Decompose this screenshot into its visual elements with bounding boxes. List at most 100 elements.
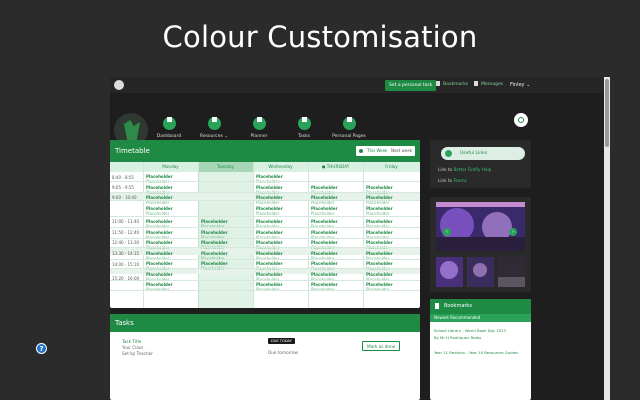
lesson-cell[interactable]: PlaceholderPlaceholder	[311, 185, 338, 195]
grid-line	[110, 259, 420, 260]
bookmarks-subheader: Newest Recommended	[430, 314, 531, 322]
image-top-light	[436, 202, 525, 207]
grid-line	[110, 247, 420, 248]
useful-link-2[interactable]: Link to Teams	[438, 178, 467, 184]
lesson-cell[interactable]: PlaceholderPlaceholder	[256, 261, 283, 271]
next-week-button[interactable]: Next week	[388, 146, 416, 156]
resources-icon	[207, 117, 221, 130]
task-due-text: Due tomorrow	[268, 350, 298, 355]
this-week-button[interactable]: This Week	[356, 146, 391, 156]
user-menu[interactable]: Finley ⌄	[510, 81, 530, 89]
carousel-thumb-2[interactable]	[467, 257, 494, 287]
grid-line	[308, 162, 309, 308]
lesson-cell[interactable]: PlaceholderPlaceholder	[256, 185, 283, 195]
lesson-subtitle: Placeholder	[366, 200, 390, 205]
tasks-icon	[297, 117, 311, 130]
bookmark-icon	[436, 81, 440, 86]
bookmark-item[interactable]: Year 11 Revision - Year 10 Resources Gui…	[434, 350, 518, 355]
tasks-header: Tasks	[110, 314, 420, 332]
lesson-cell[interactable]: PlaceholderPlaceholder	[366, 240, 393, 250]
bookmark-item[interactable]: School Library - World Book Day 2023	[434, 328, 506, 333]
nav-resources[interactable]: Resources ⌄	[194, 113, 234, 139]
mark-as-done-button[interactable]: Mark as done	[362, 341, 401, 351]
day-thursday: ● THURSDAY	[321, 164, 350, 169]
crest-icon	[124, 120, 140, 140]
timetable-card: Timetable This Week Next week Monday Tue…	[110, 140, 420, 308]
chevron-down-icon: ⌄	[526, 82, 531, 88]
nav-personal-pages[interactable]: Personal Pages	[329, 113, 369, 139]
messages-link[interactable]: Messages	[474, 81, 503, 89]
grid-line	[110, 238, 420, 239]
bookmarks-card: Bookmarks Newest Recommended School Libr…	[430, 299, 531, 400]
lesson-subtitle: Placeholder	[256, 200, 280, 205]
bookmarks-link[interactable]: Bookmarks	[436, 81, 468, 89]
lesson-cell[interactable]: PlaceholderPlaceholder	[201, 261, 228, 271]
scrollbar-thumb[interactable]	[605, 79, 609, 147]
lesson-cell[interactable]: PlaceholderPlaceholder	[311, 261, 338, 271]
grid-line	[110, 181, 420, 182]
top-bar: Set a personal task Bookmarks Messages F…	[110, 77, 610, 93]
day-friday: Friday	[385, 164, 398, 169]
lesson-subtitle: Placeholder	[146, 200, 170, 205]
grid-line	[363, 162, 364, 308]
task-set-by: Set by Teacher	[122, 351, 153, 356]
chevron-down-icon: ⌄	[224, 134, 229, 139]
time-slot-label: 11:00 - 11:40	[112, 219, 140, 224]
lesson-cell[interactable]: PlaceholderPlaceholder	[256, 206, 283, 216]
nav-planner[interactable]: Planner	[239, 113, 279, 139]
time-slot-label: 12:40 - 13:30	[112, 240, 140, 245]
carousel-next-icon[interactable]: ›	[509, 228, 517, 236]
carousel-thumb-1[interactable]	[436, 257, 463, 287]
page-scrollbar[interactable]	[604, 77, 610, 400]
lesson-cell[interactable]: PlaceholderPlaceholder	[366, 261, 393, 271]
search-icon[interactable]	[514, 113, 528, 127]
set-personal-task-button[interactable]: Set a personal task	[385, 80, 437, 91]
grid-line	[110, 280, 420, 281]
grid-line	[110, 268, 420, 269]
timetable-header: Timetable This Week Next week	[110, 140, 420, 162]
time-slot-label: 14:00 - 15:10	[112, 262, 140, 267]
time-slot-label: 9:05 - 9:55	[112, 185, 134, 190]
lesson-cell[interactable]: PlaceholderPlaceholder	[146, 206, 173, 216]
lesson-cell[interactable]: PlaceholderPlaceholder	[366, 206, 393, 216]
carousel-main-image[interactable]	[436, 202, 525, 251]
useful-link-1[interactable]: Link to Better Firefly Help	[438, 167, 491, 173]
lesson-cell[interactable]: PlaceholderPlaceholder	[311, 240, 338, 250]
time-slot-label: 8:40 - 8:55	[112, 175, 134, 180]
grid-line	[110, 200, 420, 201]
lesson-cell[interactable]: PlaceholderPlaceholder	[256, 174, 283, 184]
due-today-badge: DUE TODAY	[268, 338, 295, 344]
carousel-prev-icon[interactable]: ‹	[443, 228, 451, 236]
nav-tasks[interactable]: Tasks	[284, 113, 324, 139]
lesson-cell[interactable]: PlaceholderPlaceholder	[201, 240, 228, 250]
grid-line	[253, 162, 254, 308]
lesson-cell[interactable]: PlaceholderPlaceholder	[146, 174, 173, 184]
lesson-cell[interactable]: PlaceholderPlaceholder	[146, 240, 173, 250]
page-headline: Colour Customisation	[162, 20, 478, 54]
thumb-floor	[498, 277, 525, 287]
lesson-cell[interactable]: PlaceholderPlaceholder	[256, 240, 283, 250]
dashboard-icon	[162, 117, 176, 130]
day-tuesday: Tuesday	[198, 162, 253, 172]
lesson-cell[interactable]: PlaceholderPlaceholder	[311, 206, 338, 216]
lesson-cell[interactable]: PlaceholderPlaceholder	[146, 185, 173, 195]
grid-line	[110, 227, 420, 228]
day-monday: Monday	[162, 164, 179, 169]
app-window: Set a personal task Bookmarks Messages F…	[110, 77, 610, 400]
firefly-logo-icon[interactable]	[114, 80, 124, 90]
time-slot-label: 11:50 - 12:40	[112, 230, 140, 235]
lesson-cell[interactable]: PlaceholderPlaceholder	[366, 185, 393, 195]
time-slot-label: 13:30 - 14:15	[112, 251, 140, 256]
personal-pages-icon	[342, 117, 356, 130]
bookmarks-header: Bookmarks	[430, 299, 531, 314]
nav-dashboard[interactable]: Dashboard	[149, 113, 189, 139]
help-icon[interactable]: ?	[36, 343, 47, 354]
thumb-glow	[473, 263, 487, 277]
day-wednesday: Wednesday	[268, 164, 293, 169]
lesson-cell[interactable]: PlaceholderPlaceholder	[146, 261, 173, 271]
carousel-thumb-3[interactable]	[498, 257, 525, 287]
planner-icon	[252, 117, 266, 130]
useful-links-title[interactable]: Useful Links	[441, 147, 525, 160]
time-slot-label: 15:20 - 16:00	[112, 276, 140, 281]
bookmark-item[interactable]: By Mr H Rodriguez Today	[434, 335, 481, 340]
